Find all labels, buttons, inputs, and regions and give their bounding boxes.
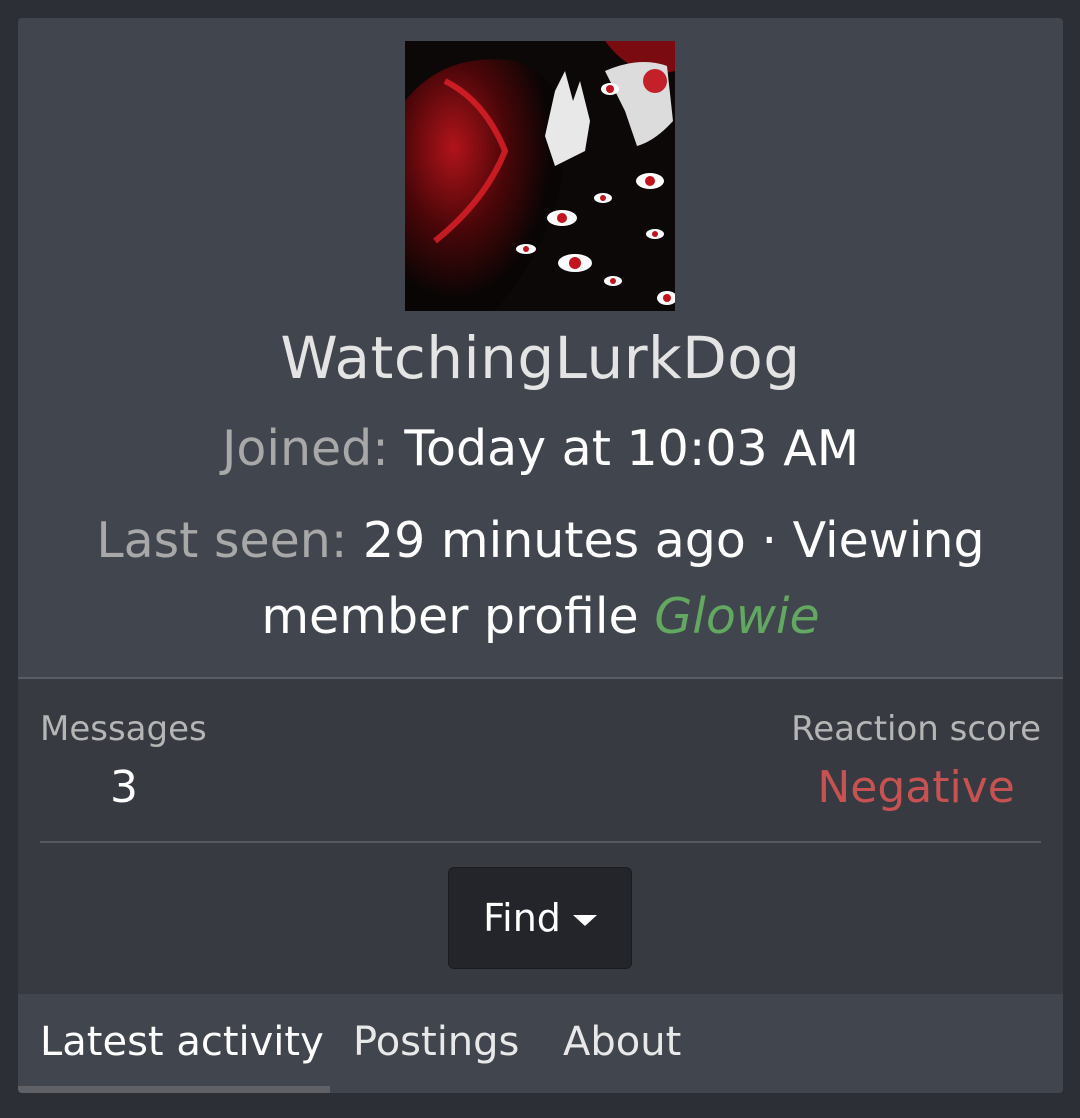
tab-about[interactable]: About (563, 994, 681, 1093)
stats-panel: Messages 3 Reaction score Negative Find … (18, 677, 1063, 1093)
find-button[interactable]: Find (448, 867, 632, 969)
messages-stat: Messages 3 (40, 701, 207, 819)
divider (40, 841, 1041, 843)
tab-postings[interactable]: Postings (353, 994, 519, 1093)
tab-latest-activity[interactable]: Latest activity (40, 994, 324, 1093)
joined-label: Joined: (221, 420, 389, 477)
username[interactable]: WatchingLurkDog (18, 323, 1063, 393)
joined-value: Today at 10:03 AM (404, 420, 860, 477)
user-banner: Glowie (654, 588, 820, 645)
messages-value[interactable]: 3 (40, 757, 207, 819)
avatar[interactable] (405, 41, 675, 311)
last-seen-line: Last seen: 29 minutes ago · Viewing memb… (58, 503, 1023, 655)
last-seen-value[interactable]: 29 minutes ago · Viewing member profile (261, 512, 984, 645)
avatar-image (405, 41, 675, 311)
profile-header: WatchingLurkDog Joined: Today at 10:03 A… (18, 18, 1063, 677)
reaction-score-value: Negative (817, 762, 1015, 813)
last-seen-label: Last seen: (96, 512, 348, 569)
messages-label: Messages (40, 709, 207, 749)
member-card: WatchingLurkDog Joined: Today at 10:03 A… (18, 18, 1063, 1093)
find-button-label: Find (483, 896, 561, 940)
joined-line: Joined: Today at 10:03 AM (18, 416, 1063, 482)
reaction-score-stat: Reaction score Negative (791, 701, 1041, 819)
active-tab-indicator (18, 1086, 330, 1093)
reaction-score-label: Reaction score (791, 709, 1041, 749)
profile-tabs: Latest activity Postings About (18, 994, 1063, 1093)
caret-down-icon (572, 914, 597, 926)
